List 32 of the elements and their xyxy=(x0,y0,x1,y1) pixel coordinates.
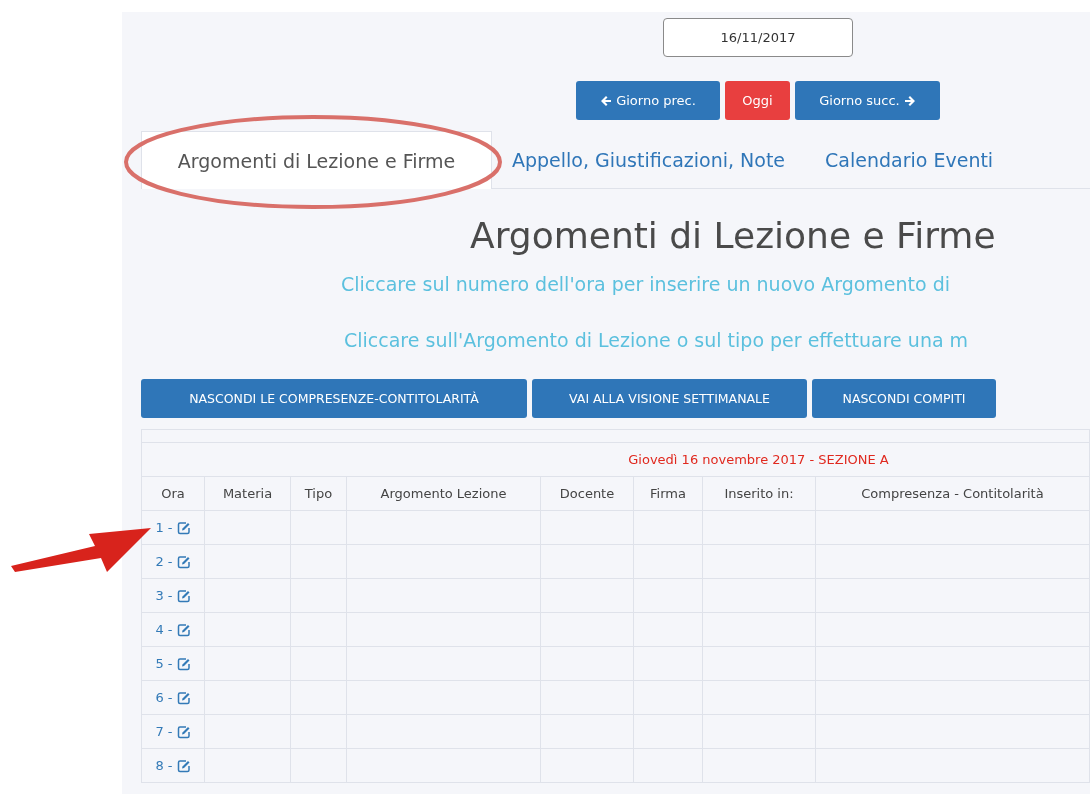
page-heading: Argomenti di Lezione e Firme xyxy=(470,215,997,256)
table-caption: Giovedì 16 novembre 2017 - SEZIONE A xyxy=(628,452,889,467)
date-field[interactable]: 16/11/2017 xyxy=(663,18,853,57)
action-button[interactable]: NASCONDI LE COMPRESENZE-CONTITOLARITÀ xyxy=(141,379,527,418)
action-button[interactable]: VAI ALLA VISIONE SETTIMANALE xyxy=(532,379,807,418)
edit-icon xyxy=(176,656,191,671)
edit-icon xyxy=(176,724,191,739)
tab[interactable]: Calendario Eventi xyxy=(805,131,1014,188)
column-header: Firma xyxy=(633,476,703,511)
column-header: Ora xyxy=(141,476,205,511)
column-header: Argomento Lezione xyxy=(346,476,541,511)
column-header: Docente xyxy=(540,476,634,511)
instruction-text: Cliccare sull'Argomento di Lezione o sul tipo per effettuare una m xyxy=(344,329,970,351)
column-header: Tipo xyxy=(290,476,347,511)
edit-icon xyxy=(176,520,191,535)
edit-icon xyxy=(176,758,191,773)
previous-day-button[interactable]: Giorno prec. xyxy=(576,81,720,120)
right-arrow-icon xyxy=(903,94,916,107)
instruction-text: Cliccare sul numero dell'ora per inserire un nuovo Argomento di xyxy=(341,273,952,295)
column-header: Materia xyxy=(204,476,291,511)
edit-icon xyxy=(176,588,191,603)
next-day-button[interactable]: Giorno succ. xyxy=(795,81,940,120)
edit-icon xyxy=(176,554,191,569)
tab[interactable]: Appello, Giustificazioni, Note xyxy=(492,131,806,188)
edit-icon xyxy=(176,622,191,637)
edit-icon xyxy=(176,690,191,705)
today-button[interactable]: Oggi xyxy=(725,81,790,120)
column-header: Inserito in: xyxy=(702,476,816,511)
column-header: Compresenza - Contitolarità xyxy=(815,476,1090,511)
left-arrow-icon xyxy=(600,94,613,107)
tab[interactable]: Argomenti di Lezione e Firme xyxy=(141,131,492,189)
action-button[interactable]: NASCONDI COMPITI xyxy=(812,379,996,418)
